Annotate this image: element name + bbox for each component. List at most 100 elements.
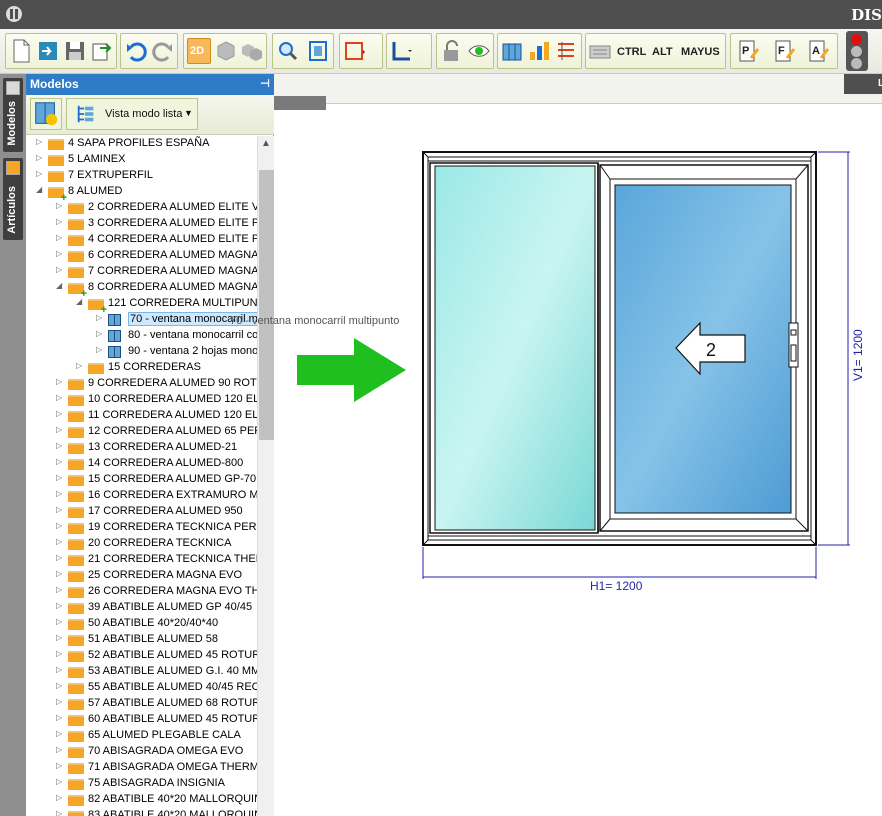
folder-tree-item[interactable]: ▷ 75 ABISAGRADA INSIGNIA — [26, 776, 257, 792]
expand-icon[interactable]: ▷ — [56, 633, 64, 642]
expand-icon[interactable]: ▷ — [56, 473, 64, 482]
undo-button[interactable] — [124, 38, 148, 64]
collapse-icon[interactable]: ◢ — [76, 297, 84, 306]
expand-icon[interactable]: ▷ — [56, 537, 64, 546]
angle-tool-button[interactable] — [390, 38, 414, 64]
expand-icon[interactable]: ▷ — [96, 313, 104, 322]
view-render-button[interactable] — [240, 38, 264, 64]
folder-tree-item[interactable]: ▷ 82 ABATIBLE 40*20 MALLORQUINA — [26, 792, 257, 808]
expand-icon[interactable]: ▷ — [56, 377, 64, 386]
folder-tree-item[interactable]: ◢ 8 CORREDERA ALUMED MAGNA MULTIPUNTO — [26, 280, 257, 300]
folder-tree-item[interactable]: ▷ 57 ABATIBLE ALUMED 68 ROTURA — [26, 696, 257, 712]
folder-tree-item[interactable]: ▷ 4 CORREDERA ALUMED ELITE PUERTA — [26, 232, 257, 248]
expand-icon[interactable]: ▷ — [96, 329, 104, 338]
bars-button[interactable] — [527, 38, 551, 64]
import-button[interactable] — [36, 38, 60, 64]
folder-tree-item[interactable]: ▷ 17 CORREDERA ALUMED 950 — [26, 504, 257, 520]
rows-button[interactable] — [554, 38, 578, 64]
folder-tree-item[interactable]: ▷ 60 ABATIBLE ALUMED 45 ROTURA — [26, 712, 257, 728]
folder-tree-item[interactable]: ◢ 8 ALUMED — [26, 184, 257, 204]
folder-tree-item[interactable]: ◢ 121 CORREDERA MULTIPUNTO — [26, 296, 257, 316]
folder-tree-item[interactable]: ▷ 52 ABATIBLE ALUMED 45 ROTURA — [26, 648, 257, 664]
tab-articulos[interactable]: Artículos — [3, 158, 23, 240]
folder-tree-item[interactable]: ▷ 3 CORREDERA ALUMED ELITE PUERTA — [26, 216, 257, 232]
folder-tree-item[interactable]: ▷ 15 CORREDERA ALUMED GP-70 — [26, 472, 257, 488]
folder-tree-item[interactable]: ▷ 7 EXTRUPERFIL — [26, 168, 257, 184]
folder-tree-item[interactable]: ▷ 39 ABATIBLE ALUMED GP 40/45 — [26, 600, 257, 616]
folder-tree-item[interactable]: ▷ 14 CORREDERA ALUMED-800 — [26, 456, 257, 472]
expand-icon[interactable]: ▷ — [56, 233, 64, 242]
expand-icon[interactable]: ▷ — [56, 681, 64, 690]
folder-tree-item[interactable]: ▷ 15 CORREDERAS — [26, 360, 257, 376]
expand-icon[interactable]: ▷ — [56, 553, 64, 562]
export-button[interactable] — [90, 38, 114, 64]
edit-accessory-button[interactable]: A — [807, 38, 831, 64]
mayus-key-button[interactable]: MAYUS — [681, 46, 720, 58]
collapse-icon[interactable]: ◢ — [36, 185, 44, 194]
new-document-button[interactable] — [9, 38, 33, 64]
alt-key-button[interactable]: ALT — [652, 46, 673, 58]
expand-icon[interactable]: ▷ — [36, 137, 44, 146]
folder-tree-item[interactable]: ▷ 4 SAPA PROFILES ESPAÑA — [26, 136, 257, 152]
folder-tree-item[interactable]: ▷ 10 CORREDERA ALUMED 120 ELEVABLE — [26, 392, 257, 408]
folder-tree-item[interactable]: ▷ 51 ABATIBLE ALUMED 58 — [26, 632, 257, 648]
expand-icon[interactable]: ▷ — [56, 521, 64, 530]
expand-icon[interactable]: ▷ — [56, 425, 64, 434]
zoom-fit-button[interactable] — [306, 38, 330, 64]
expand-icon[interactable]: ▷ — [56, 217, 64, 226]
rectangle-tool-button[interactable] — [343, 38, 367, 64]
expand-icon[interactable]: ▷ — [56, 441, 64, 450]
folder-tree-item[interactable]: ▷ 20 CORREDERA TECKNICA — [26, 536, 257, 552]
expand-icon[interactable]: ▷ — [56, 809, 64, 816]
folder-tree-item[interactable]: ▷ 83 ABATIBLE 40*20 MALLORQUINA — [26, 808, 257, 816]
expand-icon[interactable]: ▷ — [96, 345, 104, 354]
visibility-button[interactable] — [467, 38, 491, 64]
model-tree-item[interactable]: ▷70 - ventana monocarril multipunto — [26, 312, 257, 328]
expand-icon[interactable]: ▷ — [56, 601, 64, 610]
folder-tree-item[interactable]: ▷ 12 CORREDERA ALUMED 65 PERIMETRAL — [26, 424, 257, 440]
expand-icon[interactable]: ▷ — [56, 649, 64, 658]
expand-icon[interactable]: ▷ — [56, 745, 64, 754]
lock-button[interactable] — [440, 38, 464, 64]
folder-tree-item[interactable]: ▷ 50 ABATIBLE 40*20/40*40 — [26, 616, 257, 632]
collapse-icon[interactable]: ◢ — [56, 281, 64, 290]
expand-icon[interactable]: ▷ — [56, 665, 64, 674]
expand-icon[interactable]: ▷ — [56, 249, 64, 258]
zoom-button[interactable] — [276, 38, 300, 64]
folder-tree-item[interactable]: ▷ 5 LAMINEX — [26, 152, 257, 168]
expand-icon[interactable]: ▷ — [56, 793, 64, 802]
folder-tree-item[interactable]: ▷ 26 CORREDERA MAGNA EVO THERMIC — [26, 584, 257, 600]
expand-icon[interactable]: ▷ — [56, 265, 64, 274]
window-frame[interactable] — [422, 151, 817, 546]
model-tree-item[interactable]: ▷ 90 - ventana 2 hojas monocarril — [26, 344, 257, 360]
tree-scrollbar[interactable]: ▲ — [257, 136, 274, 816]
new-model-button[interactable] — [30, 98, 62, 130]
view-mode-dropdown[interactable]: Vista modo lista ▼ — [66, 98, 198, 130]
ctrl-key-button[interactable]: CTRL — [617, 46, 646, 58]
model-tree-item[interactable]: ▷ 80 - ventana monocarril con fijo — [26, 328, 257, 344]
folder-tree-item[interactable]: ▷ 55 ABATIBLE ALUMED 40/45 RECTA — [26, 680, 257, 696]
expand-icon[interactable]: ▷ — [56, 505, 64, 514]
expand-icon[interactable]: ▷ — [56, 713, 64, 722]
models-tree[interactable]: ▷ 4 SAPA PROFILES ESPAÑA ▷ 5 LAMINEX ▷ 7 EXTR… — [26, 136, 257, 816]
folder-tree-item[interactable]: ▷ 65 ALUMED PLEGABLE CALA — [26, 728, 257, 744]
tab-modelos[interactable]: Modelos — [3, 78, 23, 152]
folder-tree-item[interactable]: ▷ 9 CORREDERA ALUMED 90 ROTURA — [26, 376, 257, 392]
canvas-right-tab[interactable]: L — [844, 74, 882, 94]
expand-icon[interactable]: ▷ — [56, 777, 64, 786]
redo-button[interactable] — [151, 38, 175, 64]
view-3d-button[interactable] — [214, 38, 238, 64]
expand-icon[interactable]: ▷ — [36, 169, 44, 178]
folder-tree-item[interactable]: ▷ 70 ABISAGRADA OMEGA EVO — [26, 744, 257, 760]
folder-tree-item[interactable]: ▷ 13 CORREDERA ALUMED-21 — [26, 440, 257, 456]
folder-tree-item[interactable]: ▷ 7 CORREDERA ALUMED MAGNA VENTANA — [26, 264, 257, 280]
edit-profile-button[interactable]: P — [737, 38, 761, 64]
folder-tree-item[interactable]: ▷ 16 CORREDERA EXTRAMURO MALLORCA — [26, 488, 257, 504]
expand-icon[interactable]: ▷ — [56, 761, 64, 770]
folder-tree-item[interactable]: ▷ 2 CORREDERA ALUMED ELITE VENTANA — [26, 200, 257, 216]
expand-icon[interactable]: ▷ — [56, 457, 64, 466]
expand-icon[interactable]: ▷ — [56, 393, 64, 402]
save-button[interactable] — [63, 38, 87, 64]
window-drawing-canvas[interactable]: 2 H1= 1200 V1= 1200 — [274, 105, 882, 816]
folder-tree-item[interactable]: ▷ 11 CORREDERA ALUMED 120 ELEVABLE — [26, 408, 257, 424]
